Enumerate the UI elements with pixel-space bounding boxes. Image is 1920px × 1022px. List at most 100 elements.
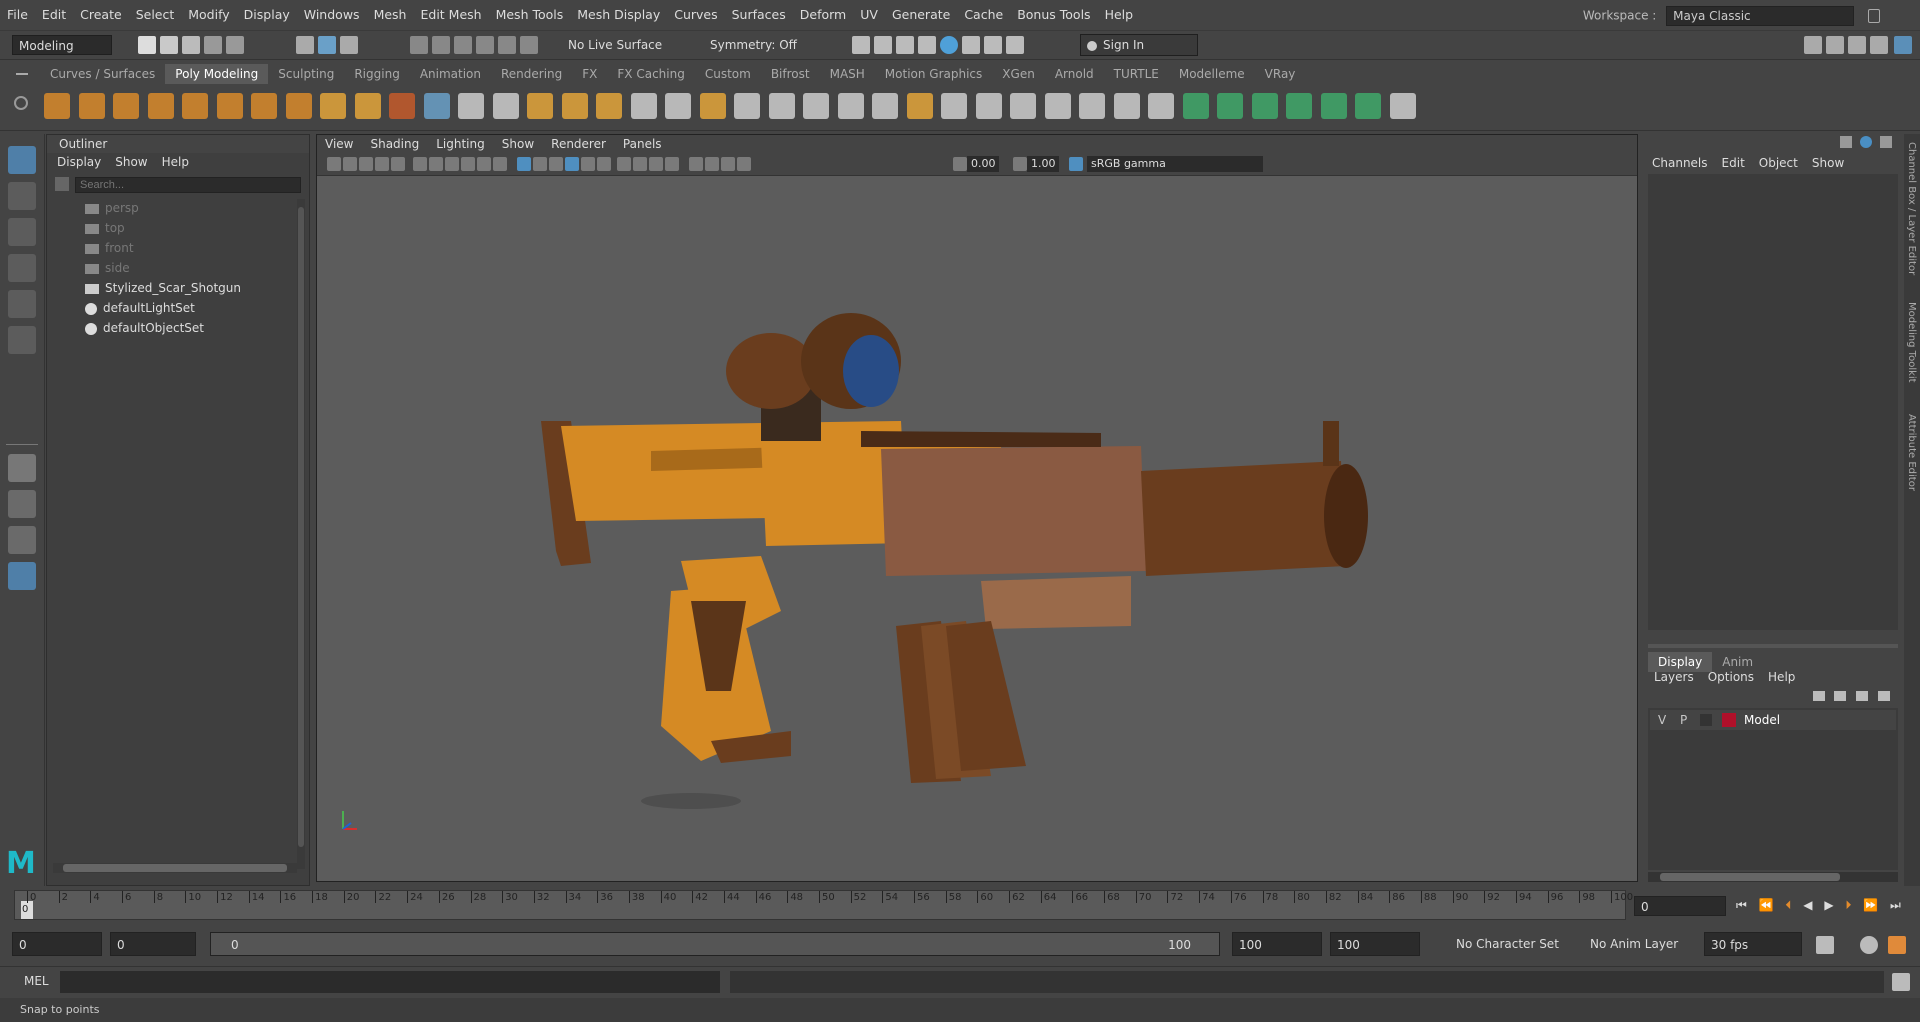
shelf-tab-curves-surfaces[interactable]: Curves / Surfaces: [40, 64, 165, 84]
menu-deform[interactable]: Deform: [793, 0, 853, 30]
viewport-menu-shading[interactable]: Shading: [370, 135, 419, 153]
symmetry-icon[interactable]: [1355, 93, 1381, 119]
script-editor-icon[interactable]: [1892, 973, 1910, 991]
menu-edit-mesh[interactable]: Edit Mesh: [413, 0, 488, 30]
menu-help[interactable]: Help: [1098, 0, 1141, 30]
play-forwards-icon[interactable]: ▶: [1824, 898, 1833, 912]
menu-windows[interactable]: Windows: [297, 0, 367, 30]
move-layer-up-icon[interactable]: [1812, 691, 1825, 701]
boolean-icon[interactable]: [941, 93, 967, 119]
shelf-tab-xgen[interactable]: XGen: [992, 64, 1045, 84]
current-time-marker[interactable]: 0: [21, 901, 33, 919]
offset-edge-loop-icon[interactable]: [837, 93, 864, 119]
exposure-field[interactable]: 0.00: [967, 156, 999, 172]
extrude-icon[interactable]: [596, 93, 622, 119]
select-object-icon[interactable]: [318, 36, 336, 54]
svg-icon[interactable]: [389, 93, 415, 119]
field-chart-icon[interactable]: [461, 157, 475, 171]
resolution-gate-icon[interactable]: [429, 157, 443, 171]
menu-curves[interactable]: Curves: [667, 0, 724, 30]
undo-icon[interactable]: [204, 36, 222, 54]
viewport-menu-panels[interactable]: Panels: [623, 135, 662, 153]
play-backwards-icon[interactable]: ◀: [1803, 898, 1812, 912]
xray-icon[interactable]: [705, 157, 719, 171]
rotate-tool-icon[interactable]: [8, 290, 36, 318]
menu-cache[interactable]: Cache: [957, 0, 1010, 30]
outliner-search-input[interactable]: [75, 177, 301, 193]
anim-end-field[interactable]: 100: [1232, 932, 1322, 956]
channel-box-icon[interactable]: [1894, 36, 1912, 54]
uv-editor-icon[interactable]: [1286, 93, 1312, 119]
poly-torus-icon[interactable]: [182, 93, 208, 119]
quad-draw-icon[interactable]: [1044, 93, 1071, 119]
pencil-icon[interactable]: [1010, 93, 1036, 119]
poly-cone-icon[interactable]: [147, 93, 174, 119]
gate-mask-icon[interactable]: [445, 157, 459, 171]
depth-of-field-icon[interactable]: [665, 157, 679, 171]
outliner-vertical-scrollbar[interactable]: [297, 199, 305, 869]
menu-edit[interactable]: Edit: [35, 0, 73, 30]
attribute-editor-icon[interactable]: [1848, 36, 1866, 54]
select-component-icon[interactable]: [340, 36, 358, 54]
viewport-menu-renderer[interactable]: Renderer: [551, 135, 606, 153]
poly-sphere-icon[interactable]: [44, 93, 70, 119]
select-tool-icon[interactable]: [8, 146, 36, 174]
shelf-tab-arnold[interactable]: Arnold: [1045, 64, 1104, 84]
platonic-solid-icon[interactable]: [285, 93, 312, 119]
modeling-toolkit-icon[interactable]: [1804, 36, 1822, 54]
ipr-icon[interactable]: [984, 36, 1002, 54]
range-slider[interactable]: 0 100: [210, 932, 1220, 956]
outliner-horizontal-scrollbar[interactable]: [53, 863, 297, 873]
layer-type[interactable]: [1700, 714, 1712, 726]
menu-display[interactable]: Display: [237, 0, 297, 30]
live-surface-field[interactable]: No Live Surface: [562, 35, 666, 55]
shelf-tab-turtle[interactable]: TURTLE: [1104, 64, 1169, 84]
redo-icon[interactable]: [226, 36, 244, 54]
outliner-menu-show[interactable]: Show: [115, 153, 147, 171]
layer-menu-options[interactable]: Options: [1708, 670, 1754, 684]
outliner-item[interactable]: top: [85, 219, 125, 237]
shelf-tab-vray[interactable]: VRay: [1255, 64, 1306, 84]
make-live-icon[interactable]: [1113, 93, 1140, 119]
poly-text-icon[interactable]: [354, 93, 381, 119]
snap-point-icon[interactable]: [454, 36, 472, 54]
anim-start-field[interactable]: 0: [110, 932, 196, 956]
open-scene-icon[interactable]: [160, 36, 178, 54]
insert-edge-loop-icon[interactable]: [803, 93, 829, 119]
layer-visibility[interactable]: V: [1658, 710, 1666, 730]
outliner-item[interactable]: defaultLightSet: [85, 299, 195, 317]
menu-surfaces[interactable]: Surfaces: [725, 0, 793, 30]
shelf-tab-modelleme[interactable]: Modelleme: [1169, 64, 1255, 84]
wireframe-icon[interactable]: [517, 157, 531, 171]
shelf-menu-icon[interactable]: [16, 68, 28, 80]
viewport-menu-show[interactable]: Show: [502, 135, 534, 153]
single-view-icon[interactable]: [8, 454, 36, 482]
use-lights-icon[interactable]: [581, 157, 595, 171]
layer-tab-anim[interactable]: Anim: [1712, 652, 1763, 672]
camera-attributes-icon[interactable]: [343, 157, 357, 171]
menu-mesh[interactable]: Mesh: [367, 0, 414, 30]
auto-key-icon[interactable]: [1860, 936, 1878, 954]
isolate-select-icon[interactable]: [689, 157, 703, 171]
viewport-menu-view[interactable]: View: [325, 135, 353, 153]
layer-row[interactable]: V P Model: [1650, 710, 1896, 730]
paint-select-tool-icon[interactable]: [8, 218, 36, 246]
shelf-tab-rigging[interactable]: Rigging: [344, 64, 409, 84]
help-icon[interactable]: [1860, 136, 1873, 148]
shelf-tab-motion-graphics[interactable]: Motion Graphics: [875, 64, 993, 84]
outliner-layout-icon[interactable]: [8, 562, 36, 590]
current-frame-field[interactable]: 0: [1634, 896, 1726, 916]
mel-label[interactable]: MEL: [24, 974, 49, 988]
scale-tool-icon[interactable]: [8, 326, 36, 354]
shelf-tab-sculpting[interactable]: Sculpting: [268, 64, 344, 84]
poly-plane-icon[interactable]: [216, 93, 243, 119]
anim-layer-dropdown[interactable]: No Anim Layer: [1584, 932, 1694, 956]
render-sequence-icon[interactable]: [962, 36, 980, 54]
channels-menu-channels[interactable]: Channels: [1652, 156, 1708, 170]
safe-title-icon[interactable]: [493, 157, 507, 171]
hypershade-icon[interactable]: [918, 36, 936, 54]
xray-joints-icon[interactable]: [721, 157, 735, 171]
shelf-tab-fx[interactable]: FX: [572, 64, 607, 84]
shelf-tab-fx-caching[interactable]: FX Caching: [607, 64, 694, 84]
menu-mesh-tools[interactable]: Mesh Tools: [489, 0, 571, 30]
